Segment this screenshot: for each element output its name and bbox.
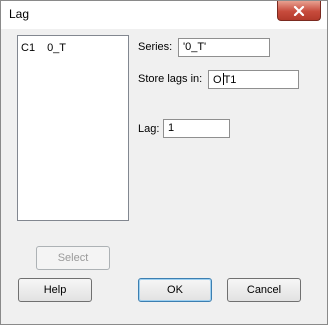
- store-lags-field[interactable]: O T1: [208, 70, 299, 89]
- lag-field[interactable]: 1: [163, 119, 230, 138]
- window-title: Lag: [9, 7, 30, 21]
- close-icon: [293, 5, 305, 16]
- cancel-button[interactable]: Cancel: [227, 278, 301, 302]
- series-value: '0_T': [183, 41, 207, 53]
- select-button[interactable]: Select: [36, 246, 110, 270]
- series-label: Series:: [138, 41, 173, 53]
- close-button[interactable]: [277, 1, 321, 21]
- lag-label: Lag:: [138, 123, 160, 135]
- store-lags-value-start: O: [213, 74, 222, 86]
- series-field[interactable]: '0_T': [178, 38, 270, 57]
- columns-listbox[interactable]: C1 0_T: [17, 35, 129, 221]
- column-name: 0_T: [47, 42, 67, 54]
- store-lags-value-end: T1: [223, 74, 237, 86]
- column-id: C1: [21, 42, 36, 54]
- lag-dialog: Lag C1 0_T Series: '0_T' Store lags in: …: [0, 0, 328, 325]
- ok-button[interactable]: OK: [138, 278, 212, 302]
- lag-value: 1: [168, 122, 175, 134]
- store-lags-label: Store lags in:: [138, 73, 203, 85]
- list-item[interactable]: C1 0_T: [21, 42, 66, 54]
- help-button[interactable]: Help: [18, 278, 92, 302]
- title-bar: Lag: [1, 1, 327, 29]
